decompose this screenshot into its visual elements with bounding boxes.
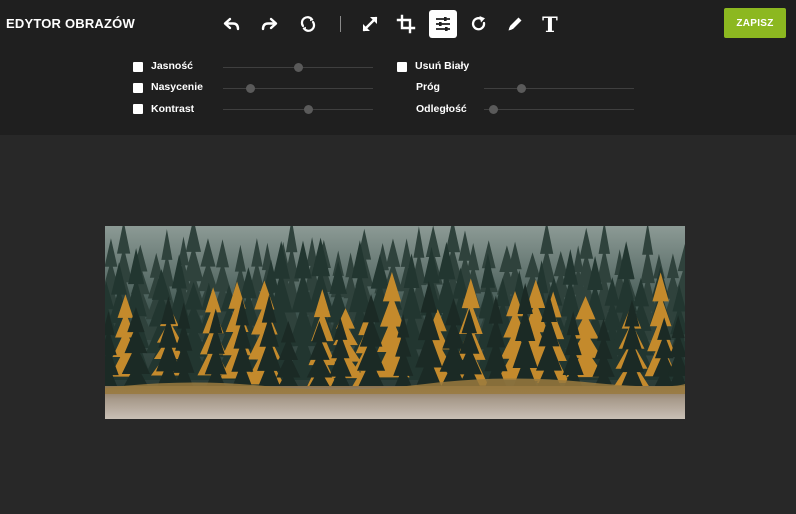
top-toolbar: EDYTOR OBRAZÓW T ZAPISZ Jasność Nasyceni… [0,0,796,135]
brightness-slider[interactable] [223,63,373,72]
distance-slider-thumb[interactable] [488,105,498,114]
contrast-slider[interactable] [223,105,373,114]
edited-image[interactable] [105,226,685,419]
reset-icon [300,16,316,32]
rotate-button[interactable] [465,10,493,38]
text-tool-button[interactable]: T [536,10,564,38]
contrast-label: Kontrast [151,103,195,115]
saturation-slider[interactable] [223,84,373,93]
distance-label: Odległość [416,103,467,115]
brightness-label: Jasność [151,60,194,72]
threshold-slider[interactable] [484,84,634,93]
resize-button[interactable] [356,10,384,38]
crop-button[interactable] [392,10,420,38]
saturation-label: Nasycenie [151,81,203,93]
reset-button[interactable] [294,10,322,38]
adjust-button[interactable] [429,10,457,38]
redo-icon [261,17,278,31]
pencil-icon [508,17,522,31]
save-button[interactable]: ZAPISZ [724,8,786,38]
brightness-checkbox[interactable] [133,62,143,72]
remove-white-checkbox[interactable] [397,62,407,72]
contrast-checkbox[interactable] [133,104,143,114]
threshold-slider-thumb[interactable] [517,84,526,93]
text-icon: T [542,11,558,37]
crop-icon [396,14,416,34]
resize-icon [362,16,378,32]
sliders-icon [436,17,450,31]
forest-photo [105,226,685,419]
saturation-slider-thumb[interactable] [245,84,255,93]
remove-white-label: Usuń Biały [415,60,470,72]
redo-button[interactable] [255,10,283,38]
contrast-slider-thumb[interactable] [304,105,313,114]
distance-slider[interactable] [484,105,634,114]
threshold-label: Próg [416,81,440,93]
draw-button[interactable] [501,10,529,38]
app-title: EDYTOR OBRAZÓW [6,16,135,31]
brightness-slider-thumb[interactable] [293,63,303,72]
undo-button[interactable] [218,10,246,38]
rotate-icon [471,16,486,31]
toolbar-divider [340,16,341,32]
saturation-checkbox[interactable] [133,83,143,93]
undo-icon [223,17,240,31]
